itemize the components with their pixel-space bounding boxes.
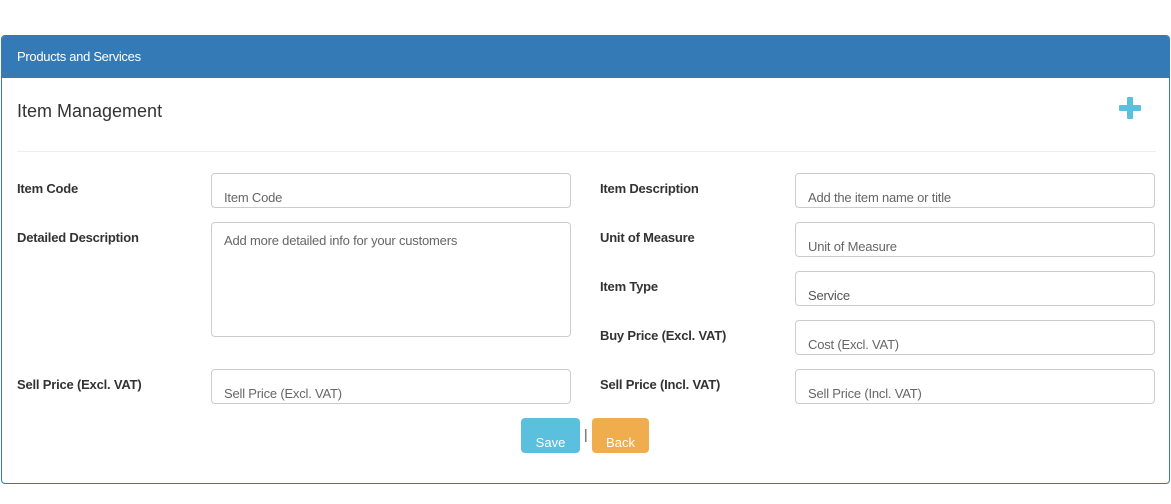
buy-price-label: Buy Price (Excl. VAT)	[600, 328, 727, 343]
item-description-label: Item Description	[600, 181, 699, 196]
products-services-panel: Products and Services Item Management It…	[1, 35, 1170, 484]
button-separator: |	[584, 426, 588, 442]
divider	[17, 151, 1156, 152]
sell-price-excl-label: Sell Price (Excl. VAT)	[17, 377, 142, 392]
sell-price-incl-input[interactable]	[795, 369, 1155, 404]
unit-of-measure-label: Unit of Measure	[600, 230, 695, 245]
section-title: Item Management	[17, 101, 163, 121]
unit-of-measure-input[interactable]	[795, 222, 1155, 257]
back-button[interactable]: Back	[592, 418, 649, 453]
item-type-input[interactable]	[795, 271, 1155, 306]
plus-icon[interactable]	[1119, 97, 1141, 119]
item-description-input[interactable]	[795, 173, 1155, 208]
detailed-description-label: Detailed Description	[17, 230, 139, 245]
sell-price-excl-input[interactable]	[211, 369, 571, 404]
detailed-description-input[interactable]	[211, 222, 571, 337]
save-button[interactable]: Save	[521, 418, 580, 453]
panel-heading: Products and Services	[2, 36, 1169, 78]
item-code-label: Item Code	[17, 181, 79, 196]
sell-price-incl-label: Sell Price (Incl. VAT)	[600, 377, 721, 392]
item-type-label: Item Type	[600, 279, 658, 294]
buy-price-input[interactable]	[795, 320, 1155, 355]
item-code-input[interactable]	[211, 173, 571, 208]
